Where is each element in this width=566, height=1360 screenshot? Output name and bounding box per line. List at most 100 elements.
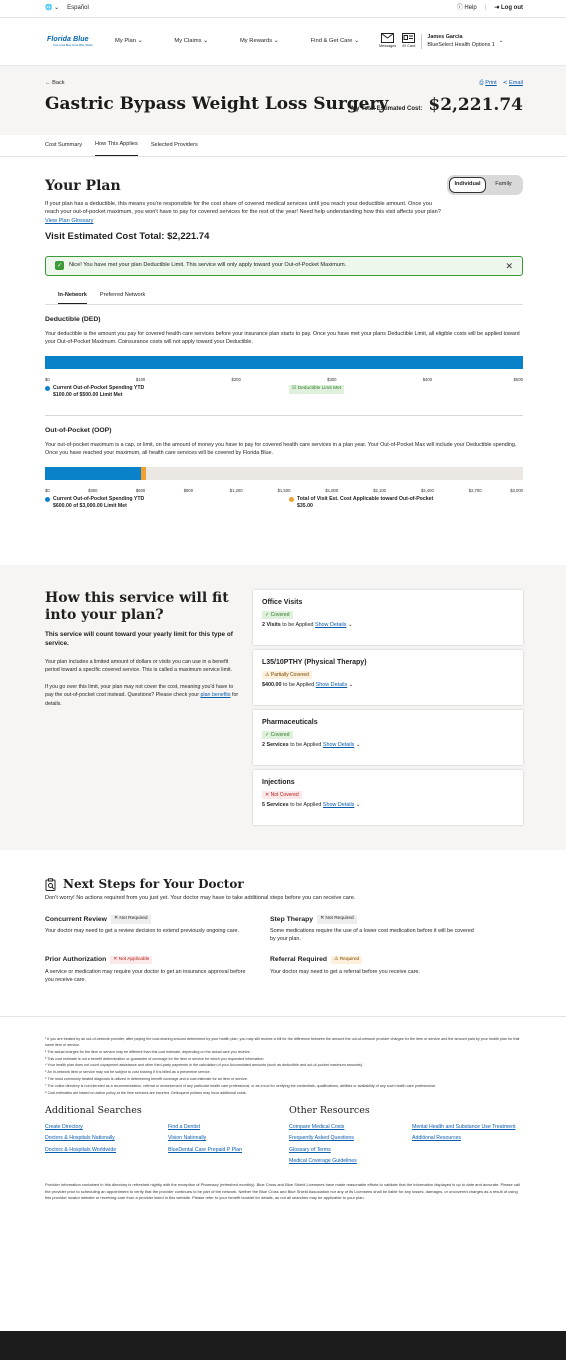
tick-label: $0 — [45, 488, 50, 494]
total-estimated-cost: My Total Estimated Cost: $2,221.74 — [351, 95, 523, 115]
print-link[interactable]: ⎙ Print — [479, 80, 497, 88]
deductible-spent-fill — [45, 356, 523, 370]
tab-selected-providers[interactable]: Selected Providers — [151, 142, 198, 156]
language-link[interactable]: Español — [67, 4, 89, 12]
messages-button[interactable]: Messages — [379, 33, 396, 49]
tick-label: $500 — [513, 377, 523, 383]
show-details-link[interactable]: Show Details — [323, 742, 354, 748]
deductible-bar — [45, 356, 523, 370]
service-card: Injections ✕ Not Covered 5 Services to b… — [253, 770, 523, 826]
bluedental-link[interactable]: BlueDental Care Prepaid P Plan — [168, 1147, 242, 1154]
find-dentist-link[interactable]: Find a Dentist — [168, 1124, 242, 1131]
footer-bar — [0, 1331, 566, 1360]
oop-visit-fill — [140, 467, 147, 481]
status-badge: ⚠ Required — [331, 955, 363, 965]
help-link[interactable]: ⓘ Help — [457, 4, 477, 12]
tick-label: $1,500 — [277, 488, 291, 494]
compare-costs-link[interactable]: Compare Medical Costs — [289, 1124, 412, 1131]
nav-my-plan[interactable]: My Plan ⌄ — [115, 38, 142, 46]
tick-label: $200 — [231, 377, 241, 383]
nav-my-claims[interactable]: My Claims ⌄ — [174, 38, 208, 46]
vision-nationally-link[interactable]: Vision Nationally — [168, 1135, 242, 1142]
florida-blue-logo[interactable]: Florida Blue Your Local Blue Cross Blue … — [47, 35, 99, 48]
service-fit-section: How this service will fit into your plan… — [0, 565, 566, 851]
chevron-down-icon: ⌄ — [348, 682, 354, 689]
prior-authorization: Prior Authorization ✕ Not Applicable A se… — [45, 955, 246, 983]
additional-resources-link[interactable]: Additional Resources — [412, 1135, 522, 1142]
service-card: Pharmaceuticals ✓ Covered 2 Services to … — [253, 710, 523, 766]
mental-health-link[interactable]: Mental Health and Substance Use Treatmen… — [412, 1124, 522, 1131]
tab-in-network[interactable]: In-Network — [58, 292, 87, 305]
deductible-met-badge: ☑ Deductible Limit Met — [289, 385, 345, 394]
status-badge: ✕ Not Covered — [262, 790, 302, 800]
chevron-down-icon: ⌄ — [347, 622, 353, 629]
nav-find-care[interactable]: Find & Get Care ⌄ — [311, 38, 359, 46]
create-directory-link[interactable]: Create Directory — [45, 1124, 168, 1131]
nav-my-rewards[interactable]: My Rewards ⌄ — [240, 38, 279, 46]
tick-label: $1,800 — [325, 488, 339, 494]
tab-preferred-network[interactable]: Preferred Network — [100, 292, 145, 305]
show-details-link[interactable]: Show Details — [323, 802, 354, 808]
logout-link[interactable]: ⇥ Log out — [494, 4, 523, 12]
deductible-title: Deductible (DED) — [45, 316, 101, 324]
step-therapy: Step Therapy ✕ Not Required Some medicati… — [270, 915, 474, 943]
status-badge: ✕ Not Required — [110, 915, 151, 924]
other-resources: Other Resources Compare Medical Costs Fr… — [289, 1105, 522, 1165]
show-details-link[interactable]: Show Details — [316, 682, 347, 688]
email-link[interactable]: ≺ Email — [503, 80, 523, 88]
next-steps-title: Next Steps for Your Doctor — [45, 876, 523, 892]
spent-dot-icon — [45, 497, 50, 503]
back-link[interactable]: ← Back — [45, 80, 523, 88]
user-name: James Garcia — [427, 34, 463, 41]
plan-description: If your plan has a deductible, this mean… — [45, 200, 441, 224]
oop-title: Out-of-Pocket (OOP) — [45, 427, 112, 435]
chevron-down-icon: ⌄ — [355, 802, 361, 809]
plan-benefits-link[interactable]: plan benefits — [200, 692, 230, 698]
your-plan-section: Your Plan Individual Family If your plan… — [0, 157, 566, 516]
glossary-link[interactable]: Glossary of Terms — [289, 1147, 412, 1154]
tick-label: $300 — [88, 488, 98, 494]
language-globe-icon[interactable]: 🌐 ⌄ — [45, 4, 59, 12]
chevron-down-icon: ⌄ — [355, 742, 361, 749]
tick-label: $3,000 — [510, 488, 523, 494]
tick-label: $600 — [135, 488, 146, 494]
status-badge: ⚠ Partially Covered — [262, 670, 312, 680]
status-badge: ✓ Covered — [262, 730, 293, 740]
deductible-met-alert: ✓ Nice! You have met your plan Deductibl… — [45, 255, 523, 276]
page-footer: ¹ If you are treated by an out-of-networ… — [0, 1015, 566, 1202]
oop-section: Out-of-Pocket (OOP) Your out-of-pocket m… — [45, 426, 523, 516]
tick-label: $2,400 — [420, 488, 434, 494]
doctors-nationally-link[interactable]: Doctors & Hospitals Nationally — [45, 1135, 168, 1142]
visit-total: Visit Estimated Cost Total: $2,221.74 — [45, 231, 210, 243]
show-details-link[interactable]: Show Details — [315, 622, 346, 628]
status-badge: ✓ Covered — [262, 610, 293, 620]
deductible-description: Your deductible is the amount you pay fo… — [45, 330, 520, 345]
individual-family-toggle[interactable]: Individual Family — [447, 175, 523, 195]
id-card-icon — [402, 33, 416, 44]
close-icon[interactable]: ✕ — [505, 260, 513, 272]
tab-cost-summary[interactable]: Cost Summary — [45, 142, 82, 156]
service-fit-p1: Your plan includes a limited amount of d… — [45, 658, 233, 673]
plan-glossary-link[interactable]: View Plan Glossary — [45, 218, 93, 224]
oop-bar — [45, 467, 523, 481]
service-fit-lead: This service will count toward your year… — [45, 631, 233, 648]
user-menu[interactable]: James Garcia BlueSelect Health Options 1 … — [421, 34, 503, 49]
id-card-button[interactable]: ID Card — [402, 33, 415, 49]
tick-label: $400 — [422, 377, 433, 383]
faq-link[interactable]: Frequently Asked Questions — [289, 1135, 412, 1142]
network-tabs: In-Network Preferred Network — [45, 292, 523, 306]
coverage-guidelines-link[interactable]: Medical Coverage Guidelines — [289, 1158, 412, 1165]
tick-label: $100 — [135, 377, 146, 383]
doctors-worldwide-link[interactable]: Doctors & Hospitals Worldwide — [45, 1147, 168, 1154]
toggle-family[interactable]: Family — [486, 181, 521, 189]
logout-icon: ⇥ — [494, 5, 501, 12]
chevron-down-icon: ⌄ — [498, 37, 504, 44]
spent-dot-icon — [45, 386, 50, 392]
tab-how-this-applies[interactable]: How This Applies — [95, 141, 138, 156]
referral-required: Referral Required ⚠ Required Your doctor … — [270, 955, 420, 975]
toggle-individual[interactable]: Individual — [449, 177, 486, 193]
utility-bar: 🌐 ⌄ Español ⓘ Help | ⇥ Log out — [0, 0, 566, 18]
page-tabs: Cost Summary How This Applies Selected P… — [0, 135, 566, 157]
tick-label: $2,700 — [468, 488, 482, 494]
deductible-ticks: $0 $100 $200 $300 $400 $500 — [45, 377, 523, 385]
